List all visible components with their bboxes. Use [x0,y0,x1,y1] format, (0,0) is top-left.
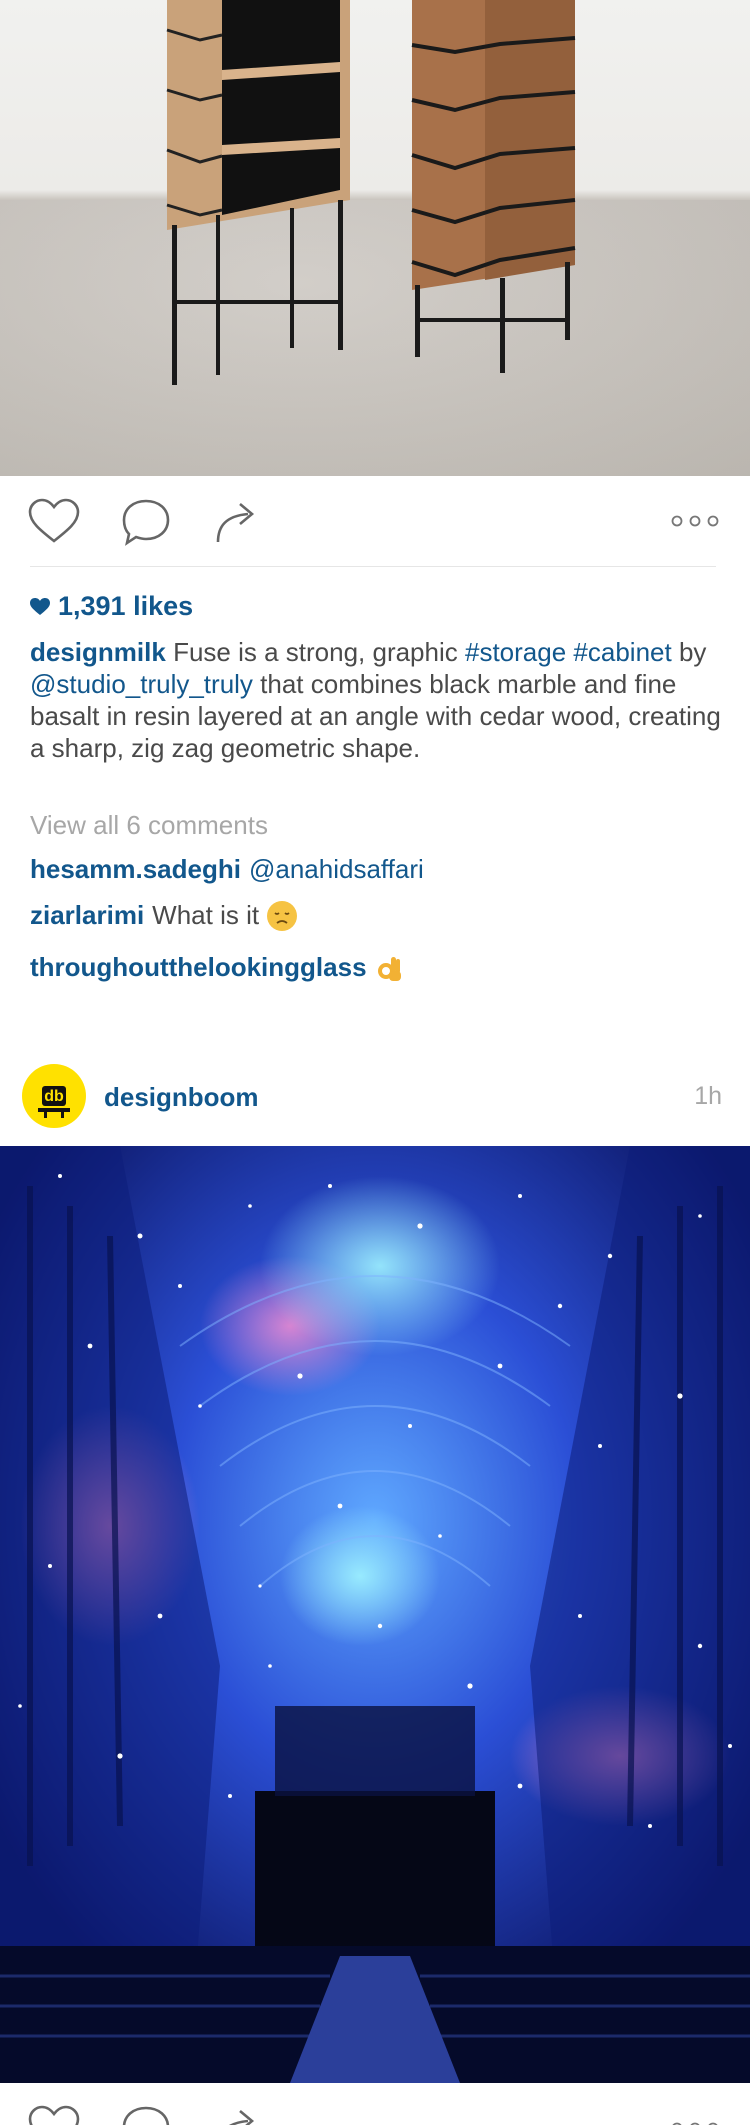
comment-row: ziarlarimi What is it [30,900,298,931]
ok-hand-emoji [375,953,405,983]
comment-mention[interactable]: @anahidsaffari [249,854,424,885]
disappointed-face-emoji [267,900,298,931]
cabinets-illustration [166,0,576,385]
post2-header: db designboom 1h [0,1058,750,1138]
comment-icon[interactable] [120,498,172,546]
post-photo-cathedral[interactable] [0,1146,750,2083]
hashtag-cabinet[interactable]: #cabinet [573,637,671,667]
cathedral-illustration [0,1146,750,2083]
share-icon[interactable] [214,2103,262,2125]
comment-icon[interactable] [120,2105,172,2125]
view-all-comments-link[interactable]: View all 6 comments [30,810,268,841]
comment-username[interactable]: ziarlarimi [30,900,144,931]
comment-username[interactable]: throughoutthelookingglass [30,952,367,983]
comment-row: hesamm.sadeghi @anahidsaffari [30,854,424,885]
caption-text: Fuse is a strong, graphic [173,637,465,667]
hashtag-storage[interactable]: #storage [465,637,566,667]
more-options-icon[interactable] [670,514,720,528]
heart-icon[interactable] [28,2105,80,2125]
comment-text: What is it [152,900,260,930]
caption-by: by [671,637,707,667]
designboom-logo: db [38,1086,70,1118]
svg-text:db: db [44,1088,64,1105]
likes-heart-icon [30,597,50,615]
post-photo-cabinets[interactable] [0,0,750,476]
comment-row: throughoutthelookingglass [30,952,405,983]
post2-timestamp: 1h [694,1082,722,1110]
actions-divider [30,566,716,567]
more-options-icon[interactable] [670,2121,720,2125]
post2-username[interactable]: designboom [104,1082,259,1113]
post2-action-bar [0,2083,750,2125]
mention-studio[interactable]: @studio_truly_truly [30,669,253,699]
comment-username[interactable]: hesamm.sadeghi [30,854,241,885]
share-icon[interactable] [214,496,262,546]
likes-text: 1,391 likes [58,591,194,621]
caption-username[interactable]: designmilk [30,637,166,667]
heart-icon[interactable] [28,498,80,544]
avatar[interactable]: db [22,1064,86,1128]
post1-action-bar [0,476,750,566]
post-caption: designmilk Fuse is a strong, graphic #st… [30,636,730,764]
likes-count[interactable]: 1,391 likes [30,591,193,622]
